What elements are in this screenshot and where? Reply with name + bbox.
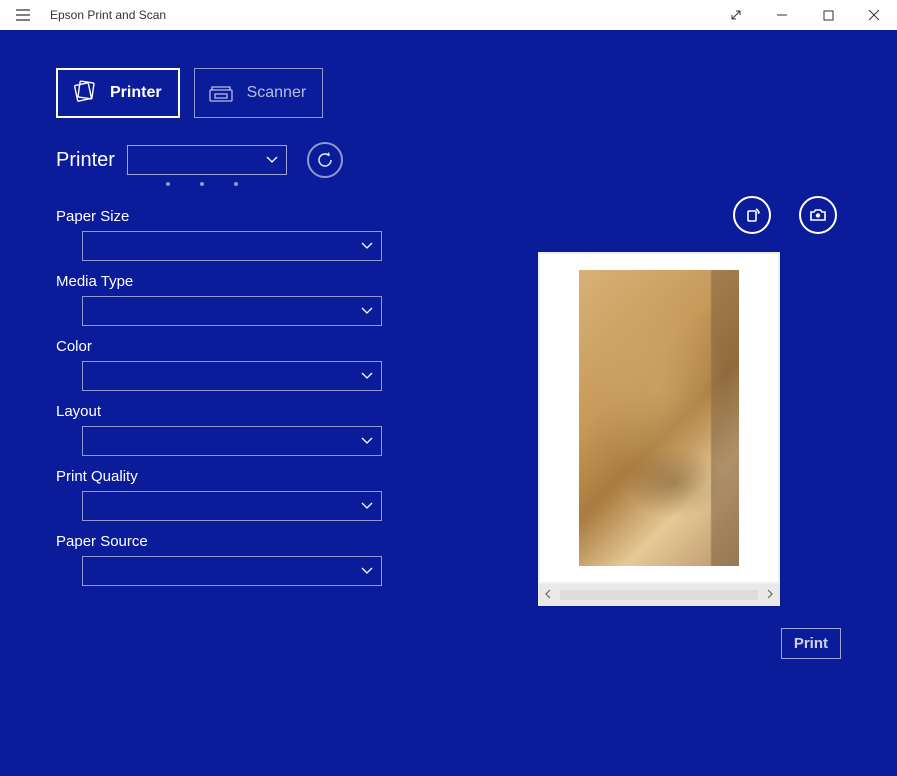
- chevron-right-icon[interactable]: [766, 588, 774, 602]
- preview-actions: [476, 196, 841, 234]
- color-select[interactable]: [82, 361, 382, 391]
- tab-printer-label: Printer: [110, 84, 162, 102]
- printer-icon: [70, 79, 98, 107]
- thumbnail-scrollbar[interactable]: [538, 584, 780, 606]
- printer-select[interactable]: [127, 145, 287, 175]
- settings-column: Paper Size Media Type Color: [56, 196, 386, 659]
- close-button[interactable]: [851, 0, 897, 30]
- preview-frame: [538, 252, 780, 606]
- chevron-down-icon: [361, 567, 373, 575]
- paper-size-label: Paper Size: [56, 208, 386, 225]
- rotate-button[interactable]: [733, 196, 771, 234]
- layout-label: Layout: [56, 403, 386, 420]
- field-media-type: Media Type: [56, 273, 386, 326]
- menu-button[interactable]: [0, 0, 46, 30]
- chevron-down-icon: [361, 307, 373, 315]
- tab-scanner-label: Scanner: [247, 84, 307, 102]
- chevron-down-icon: [361, 437, 373, 445]
- mode-tabs: Printer Scanner: [56, 68, 841, 118]
- chevron-down-icon: [266, 156, 278, 164]
- color-label: Color: [56, 338, 386, 355]
- media-type-label: Media Type: [56, 273, 386, 290]
- paper-source-label: Paper Source: [56, 533, 386, 550]
- field-paper-source: Paper Source: [56, 533, 386, 586]
- preview-image: [579, 270, 739, 566]
- printer-row: Printer: [56, 142, 841, 178]
- layout-select[interactable]: [82, 426, 382, 456]
- chevron-down-icon: [361, 372, 373, 380]
- scanner-icon: [207, 79, 235, 107]
- fullscreen-button[interactable]: [713, 0, 759, 30]
- window-title: Epson Print and Scan: [46, 8, 166, 22]
- chevron-down-icon: [361, 242, 373, 250]
- maximize-button[interactable]: [805, 0, 851, 30]
- paper-size-select[interactable]: [82, 231, 382, 261]
- printer-label: Printer: [56, 149, 115, 172]
- field-color: Color: [56, 338, 386, 391]
- titlebar: Epson Print and Scan: [0, 0, 897, 30]
- chevron-left-icon[interactable]: [544, 588, 552, 602]
- minimize-button[interactable]: [759, 0, 805, 30]
- preview-page[interactable]: [540, 254, 778, 582]
- field-layout: Layout: [56, 403, 386, 456]
- app-content: Printer Scanner Printer: [0, 30, 897, 776]
- tab-scanner[interactable]: Scanner: [194, 68, 324, 118]
- loading-dots: [166, 182, 841, 186]
- print-button[interactable]: Print: [781, 628, 841, 659]
- refresh-button[interactable]: [307, 142, 343, 178]
- chevron-down-icon: [361, 502, 373, 510]
- tab-printer[interactable]: Printer: [56, 68, 180, 118]
- print-quality-select[interactable]: [82, 491, 382, 521]
- preview-column: Print: [476, 196, 841, 659]
- add-photo-button[interactable]: [799, 196, 837, 234]
- field-paper-size: Paper Size: [56, 208, 386, 261]
- field-print-quality: Print Quality: [56, 468, 386, 521]
- paper-source-select[interactable]: [82, 556, 382, 586]
- media-type-select[interactable]: [82, 296, 382, 326]
- scroll-track[interactable]: [560, 590, 758, 600]
- print-quality-label: Print Quality: [56, 468, 386, 485]
